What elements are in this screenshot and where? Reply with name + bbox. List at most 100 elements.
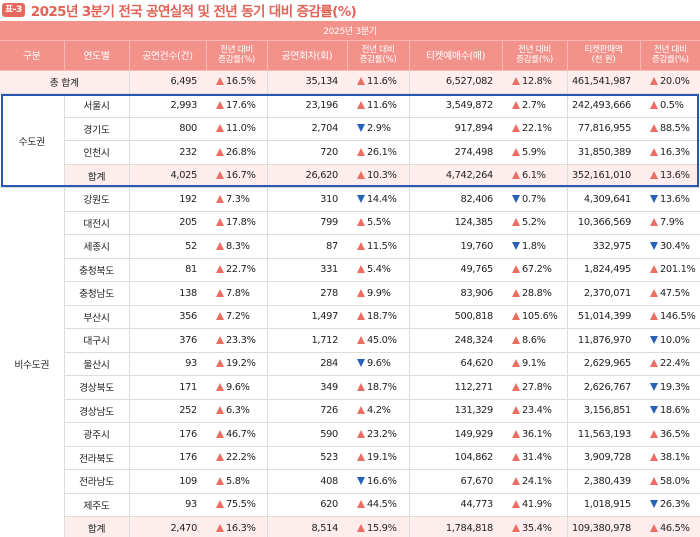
sales-cell: 3,909,728 xyxy=(567,446,640,470)
ticket-change-cell: 24.1% xyxy=(502,469,568,494)
increase-arrow-icon xyxy=(512,265,520,274)
perf-change-cell: 23.3% xyxy=(206,328,268,353)
sales-change-cell: 13.6% xyxy=(640,164,700,188)
sales-cell: 3,156,851 xyxy=(567,399,640,423)
area-name-cell: 세종시 xyxy=(64,234,130,259)
perf-count-cell: 171 xyxy=(129,375,206,400)
table-row: 광주시 176 46.7% 590 23.2% 149,929 36.1% 11,563,19… xyxy=(0,422,700,447)
perf-count-header: 공연건수(건) xyxy=(129,40,207,71)
show-change-cell: 16.6% xyxy=(347,469,410,494)
ticket-change-cell: 28.8% xyxy=(502,281,568,306)
area-name-cell: 충청북도 xyxy=(64,258,130,282)
show-count-cell: 720 xyxy=(267,140,347,165)
perf-count-cell: 376 xyxy=(129,328,206,353)
increase-arrow-icon xyxy=(650,100,658,109)
sales-header: 티켓판매액 (천 원) xyxy=(567,40,641,71)
show-change-cell: 18.7% xyxy=(347,305,410,329)
sales-cell: 11,876,970 xyxy=(567,328,640,353)
show-count-cell: 278 xyxy=(267,281,347,306)
ticket-change-cell: 105.6% xyxy=(502,305,568,329)
decrease-arrow-icon xyxy=(357,476,365,485)
quarter-header: 2025년 3분기 xyxy=(0,21,700,41)
area-name-cell: 전라북도 xyxy=(64,446,130,470)
decrease-arrow-icon xyxy=(650,382,658,391)
increase-arrow-icon xyxy=(216,100,224,109)
decrease-arrow-icon xyxy=(650,406,658,415)
ticket-change-cell: 23.4% xyxy=(502,399,568,423)
increase-arrow-icon xyxy=(512,77,520,86)
increase-arrow-icon xyxy=(216,77,224,86)
ticket-count-cell: 1,784,818 xyxy=(409,516,502,537)
table-title: 2025년 3분기 전국 공연실적 및 전년 동기 대비 증감률(%) xyxy=(30,4,357,20)
sales-cell: 109,380,978 xyxy=(567,516,640,537)
ticket-count-cell: 112,271 xyxy=(409,375,502,400)
show-count-cell: 331 xyxy=(267,258,347,282)
show-count-cell: 799 xyxy=(267,211,347,235)
show-change-cell: 9.6% xyxy=(347,352,410,376)
increase-arrow-icon xyxy=(512,171,520,180)
show-change-cell: 23.2% xyxy=(347,422,410,447)
sales-change-cell: 7.9% xyxy=(640,211,700,235)
grand-total-row: 총 합계 6,495 16.5% 35,134 11.6% 6,527,082 … xyxy=(0,70,700,94)
increase-arrow-icon xyxy=(216,288,224,297)
table-row: 비수도권 강원도 192 7.3% 310 14.4% 82,406 0.7% 4,309,64… xyxy=(0,187,700,537)
perf-change-cell: 16.5% xyxy=(206,70,268,94)
show-count-cell: 2,704 xyxy=(267,117,347,141)
show-change-cell: 14.4% xyxy=(347,187,410,212)
show-count-cell: 408 xyxy=(267,469,347,494)
subtotal-row: 합계 2,470 16.3% 8,514 15.9% 1,784,818 35.4% 109,… xyxy=(0,516,700,537)
show-change-cell: 45.0% xyxy=(347,328,410,353)
table-row: 인천시 232 26.8% 720 26.1% 274,498 5.9% 31,850,389… xyxy=(0,140,700,165)
ticket-count-cell: 64,620 xyxy=(409,352,502,376)
increase-arrow-icon xyxy=(512,124,520,133)
sales-cell: 2,629,965 xyxy=(567,352,640,376)
show-count-cell: 87 xyxy=(267,234,347,259)
ticket-count-cell: 500,818 xyxy=(409,305,502,329)
ticket-count-cell: 49,765 xyxy=(409,258,502,282)
sales-change-cell: 88.5% xyxy=(640,117,700,141)
increase-arrow-icon xyxy=(357,500,365,509)
ticket-count-cell: 82,406 xyxy=(409,187,502,212)
decrease-arrow-icon xyxy=(512,241,520,250)
group-header: 구분 xyxy=(0,40,65,71)
ticket-change-cell: 12.8% xyxy=(502,70,568,94)
show-change-cell: 26.1% xyxy=(347,140,410,165)
perf-change-cell: 17.8% xyxy=(206,211,268,235)
increase-arrow-icon xyxy=(650,147,658,156)
show-count-cell: 590 xyxy=(267,422,347,447)
increase-arrow-icon xyxy=(512,335,520,344)
increase-arrow-icon xyxy=(512,288,520,297)
ticket-count-cell: 917,894 xyxy=(409,117,502,141)
area-name-cell: 서울시 xyxy=(64,93,130,118)
perf-count-cell: 4,025 xyxy=(129,164,206,188)
area-name-cell: 전라남도 xyxy=(64,469,130,494)
sales-change-cell: 10.0% xyxy=(640,328,700,353)
perf-count-cell: 93 xyxy=(129,493,206,517)
increase-arrow-icon xyxy=(512,476,520,485)
sales-change-cell: 47.5% xyxy=(640,281,700,306)
perf-count-cell: 176 xyxy=(129,446,206,470)
increase-arrow-icon xyxy=(357,288,365,297)
increase-arrow-icon xyxy=(650,218,658,227)
sales-cell: 10,366,569 xyxy=(567,211,640,235)
sales-change-cell: 201.1% xyxy=(640,258,700,282)
decrease-arrow-icon xyxy=(357,124,365,133)
area-name-cell: 울산시 xyxy=(64,352,130,376)
sales-change-cell: 20.0% xyxy=(640,70,700,94)
ticket-change-cell: 1.8% xyxy=(502,234,568,259)
perf-count-cell: 800 xyxy=(129,117,206,141)
table-row: 부산시 356 7.2% 1,497 18.7% 500,818 105.6% 51,014,… xyxy=(0,305,700,329)
sales-cell: 1,018,915 xyxy=(567,493,640,517)
area-name-cell: 대구시 xyxy=(64,328,130,353)
perf-change-cell: 22.2% xyxy=(206,446,268,470)
increase-arrow-icon xyxy=(357,335,365,344)
table-row: 충청북도 81 22.7% 331 5.4% 49,765 67.2% 1,824,495 20… xyxy=(0,258,700,282)
ticket-change-cell: 5.9% xyxy=(502,140,568,165)
perf-change-cell: 75.5% xyxy=(206,493,268,517)
perf-count-cell: 138 xyxy=(129,281,206,306)
table-row: 경상북도 171 9.6% 349 18.7% 112,271 27.8% 2,626,767… xyxy=(0,375,700,400)
table-row: 경기도 800 11.0% 2,704 2.9% 917,894 22.1% 77,816,9… xyxy=(0,117,700,141)
increase-arrow-icon xyxy=(216,382,224,391)
increase-arrow-icon xyxy=(357,218,365,227)
sales-change-cell: 36.5% xyxy=(640,422,700,447)
